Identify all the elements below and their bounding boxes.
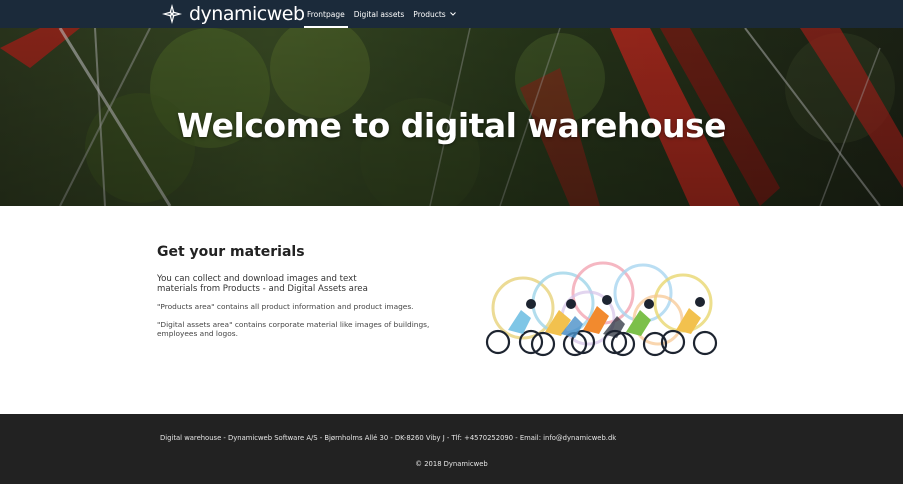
chevron-down-icon: [449, 12, 456, 16]
nav-item-label: Products: [413, 9, 446, 19]
footer: Digital warehouse - Dynamicweb Software …: [0, 414, 903, 484]
nav-item-label: Frontpage: [307, 9, 345, 19]
footer-copyright: © 2018 Dynamicweb: [415, 460, 488, 468]
page-bottom: [0, 484, 903, 500]
section-heading: Get your materials: [157, 244, 305, 260]
logo[interactable]: dynamicweb: [161, 3, 305, 25]
cyclists-illustration: [485, 261, 718, 357]
materials-section: Get your materials You can collect and d…: [157, 244, 457, 347]
lead-text: You can collect and download images and …: [157, 274, 368, 294]
nav-item-digital-assets[interactable]: Digital assets: [351, 0, 408, 28]
digital-assets-area-text: "Digital assets area" contains corporate…: [157, 320, 430, 338]
nav-item-products[interactable]: Products: [410, 0, 458, 28]
nav-item-label: Digital assets: [353, 9, 405, 19]
main-nav: Frontpage Digital assets Products: [304, 0, 462, 28]
hero-banner: Welcome to digital warehouse: [0, 28, 903, 206]
products-area-text: "Products area" contains all product inf…: [157, 302, 414, 311]
nav-item-frontpage[interactable]: Frontpage: [304, 0, 348, 28]
logo-star-icon: [162, 4, 182, 24]
top-navigation-bar: dynamicweb Frontpage Digital assets Prod…: [0, 0, 903, 28]
footer-contact-info: Digital warehouse - Dynamicweb Software …: [160, 434, 617, 442]
logo-text: dynamicweb: [189, 3, 305, 25]
hero-title: Welcome to digital warehouse: [176, 106, 727, 145]
